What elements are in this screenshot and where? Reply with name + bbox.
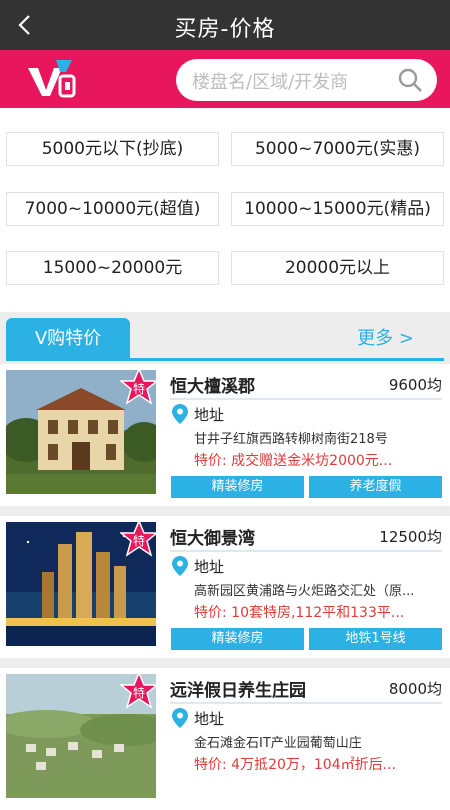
feature-tag[interactable]: 养老度假 [309,476,442,498]
address-label: 地址 [194,406,225,424]
vgou-logo [28,60,76,98]
feature-tag[interactable]: 精装修房 [171,476,304,498]
location-pin-icon [172,404,188,424]
search-icon[interactable] [397,67,423,93]
tab-underline [6,358,444,361]
feature-tag[interactable]: 地铁1号线 [309,628,442,650]
special-offers-header: V购特价 更多 > [0,312,450,361]
listing-price: 12500均 [379,528,442,546]
listing-deal: 特价: 4万抵20万，104㎡折后... [194,757,396,773]
special-badge-icon: 特 [120,368,158,405]
divider [170,398,442,400]
listing-name: 恒大御景湾 [170,529,255,549]
special-badge-icon: 特 [120,672,158,709]
address-label: 地址 [194,710,225,728]
price-range-button[interactable]: 15000~20000元 [6,251,219,285]
listing-card[interactable]: 特 恒大御景湾 12500均 地址 高新园区黄浦路与火炬路交汇处（原... 特价… [0,516,450,658]
price-range-button[interactable]: 10000~15000元(精品) [231,192,444,226]
listing-deal: 特价: 成交赠送金米坊2000元... [194,453,393,469]
location-pin-icon [172,556,188,576]
listing-price: 8000均 [388,680,442,698]
search-field[interactable]: 楼盘名/区域/开发商 [176,59,437,101]
price-range-panel: 5000元以下(抄底) 5000~7000元(实惠) 7000~10000元(超… [0,108,450,312]
divider [170,550,442,552]
feature-tag[interactable]: 精装修房 [171,628,304,650]
listing-card[interactable]: 特 远洋假日养生庄园 8000均 地址 金石滩金石IT产业园葡萄山庄 特价: 4… [0,668,450,810]
page-title: 买房-价格 [174,17,276,42]
divider [170,702,442,704]
price-range-button[interactable]: 7000~10000元(超值) [6,192,219,226]
listing-name: 远洋假日养生庄园 [170,681,306,701]
listing-card[interactable]: 特 恒大檀溪郡 9600均 地址 甘井子红旗西路转柳树南街218号 特价: 成交… [0,364,450,506]
listing-address: 高新园区黄浦路与火炬路交汇处（原... [194,584,415,599]
listing-deal: 特价: 10套特房,112平和133平... [194,605,405,621]
badge-label: 特 [133,533,145,548]
price-range-button[interactable]: 20000元以上 [231,251,444,285]
price-range-button[interactable]: 5000元以下(抄底) [6,132,219,166]
top-bar: 买房-价格 [0,0,450,50]
search-input[interactable]: 楼盘名/区域/开发商 [192,68,348,94]
price-range-button[interactable]: 5000~7000元(实惠) [231,132,444,166]
address-label: 地址 [194,558,225,576]
listing-price: 9600均 [388,376,442,394]
listing-address: 金石滩金石IT产业园葡萄山庄 [194,736,362,751]
badge-label: 特 [133,381,145,396]
location-pin-icon [172,708,188,728]
more-link[interactable]: 更多 > [357,324,414,350]
listing-address: 甘井子红旗西路转柳树南街218号 [194,432,388,447]
listing-name: 恒大檀溪郡 [170,377,255,397]
special-badge-icon: 特 [120,520,158,557]
tab-vgou-special[interactable]: V购特价 [6,318,130,360]
badge-label: 特 [133,685,145,700]
brand-bar: 楼盘名/区域/开发商 [0,50,450,108]
